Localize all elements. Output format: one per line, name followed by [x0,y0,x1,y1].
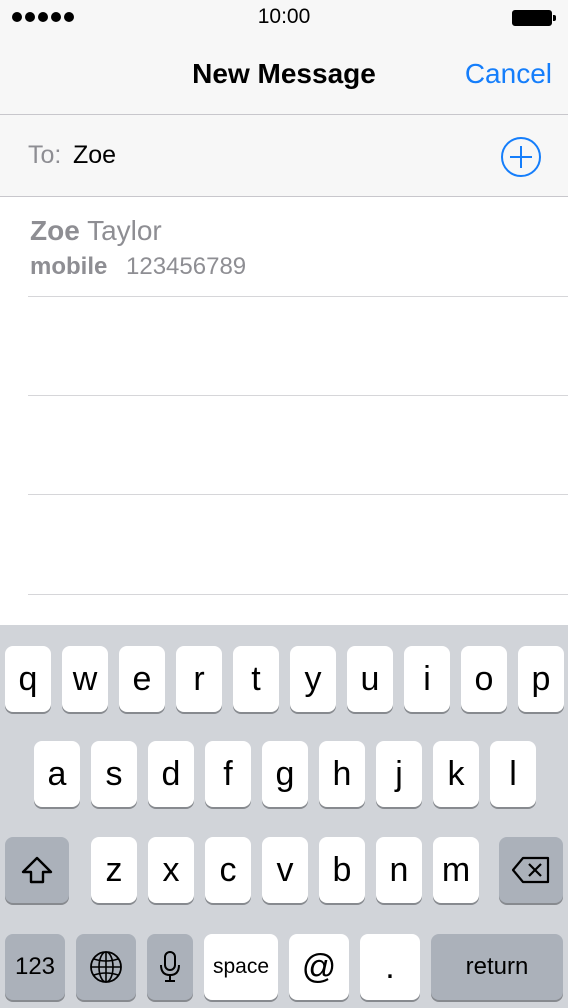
return-key[interactable]: return [431,934,563,1000]
key-o[interactable]: o [461,646,507,712]
status-time: 10:00 [257,5,311,28]
battery-icon [512,10,556,26]
key-c[interactable]: c [205,837,251,903]
cancel-button[interactable]: Cancel [465,58,552,90]
key-u[interactable]: u [347,646,393,712]
key-n[interactable]: n [376,837,422,903]
suggestion-first-name: Zoe [30,215,80,246]
key-q[interactable]: q [5,646,51,712]
key-y[interactable]: y [290,646,336,712]
key-e[interactable]: e [119,646,165,712]
key-r[interactable]: r [176,646,222,712]
suggestion-phone: mobile 123456789 [30,253,246,281]
new-message-screen: 10:00 New Message Cancel To: Zoe Zoe Tay… [0,0,568,1008]
suggestion-phone-number: 123456789 [126,253,247,280]
key-w[interactable]: w [62,646,108,712]
key-j[interactable]: j [376,741,422,807]
plus-circle-icon[interactable] [500,136,542,178]
recipient-field[interactable]: To: Zoe [0,115,568,197]
key-i[interactable]: i [404,646,450,712]
suggestion-last-name: Taylor [87,215,162,246]
list-divider [28,296,568,297]
key-l[interactable]: l [490,741,536,807]
key-v[interactable]: v [262,837,308,903]
globe-icon[interactable] [76,934,136,1000]
key-b[interactable]: b [319,837,365,903]
navigation-bar: New Message Cancel [0,36,568,115]
to-label: To: [28,141,62,169]
contact-suggestion[interactable]: Zoe Taylor mobile 123456789 [0,197,568,296]
space-key[interactable]: space [204,934,278,1000]
period-key[interactable]: . [360,934,420,1000]
key-f[interactable]: f [205,741,251,807]
numbers-key[interactable]: 123 [5,934,65,1000]
shift-icon[interactable] [5,837,69,903]
key-h[interactable]: h [319,741,365,807]
keyboard: q w e r t y u i o p a s d f g h j k l z … [0,625,568,1008]
suggestion-name: Zoe Taylor [30,215,162,247]
key-g[interactable]: g [262,741,308,807]
recipient-input[interactable]: Zoe [73,141,116,170]
key-k[interactable]: k [433,741,479,807]
list-divider [28,395,568,396]
status-bar: 10:00 [0,0,568,36]
list-divider [28,594,568,595]
key-x[interactable]: x [148,837,194,903]
key-p[interactable]: p [518,646,564,712]
key-m[interactable]: m [433,837,479,903]
at-key[interactable]: @ [289,934,349,1000]
key-d[interactable]: d [148,741,194,807]
key-t[interactable]: t [233,646,279,712]
key-s[interactable]: s [91,741,137,807]
suggestion-phone-kind: mobile [30,253,108,280]
list-divider [28,494,568,495]
delete-backspace-icon[interactable] [499,837,563,903]
key-z[interactable]: z [91,837,137,903]
microphone-icon[interactable] [147,934,193,1000]
key-a[interactable]: a [34,741,80,807]
